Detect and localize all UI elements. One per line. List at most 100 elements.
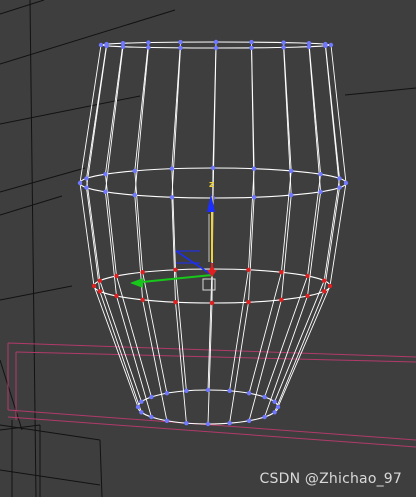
grid-line xyxy=(0,95,141,125)
vertex[interactable] xyxy=(249,45,254,51)
pivot-box-icon[interactable] xyxy=(202,278,216,291)
vertex[interactable] xyxy=(205,421,211,427)
vertex[interactable] xyxy=(318,189,323,194)
selected-vertex[interactable] xyxy=(97,289,103,294)
selected-vertex[interactable] xyxy=(305,273,310,279)
selected-vertex[interactable] xyxy=(327,283,333,289)
vertex[interactable] xyxy=(262,394,267,400)
grid-line xyxy=(0,167,86,193)
grid-line xyxy=(0,0,45,15)
selected-vertex[interactable] xyxy=(114,293,119,299)
vertex[interactable] xyxy=(132,168,137,174)
vertex[interactable] xyxy=(251,195,257,200)
vertex[interactable] xyxy=(343,180,349,186)
z-axis-label: z xyxy=(209,180,214,190)
vertex[interactable] xyxy=(306,44,312,49)
vertex[interactable] xyxy=(227,421,232,426)
selected-vertex[interactable] xyxy=(305,293,310,299)
vertex[interactable] xyxy=(246,391,252,396)
vertex[interactable] xyxy=(178,39,183,45)
grid-line xyxy=(0,9,176,65)
selected-vertex[interactable] xyxy=(322,278,327,283)
selected-vertex[interactable] xyxy=(114,273,119,279)
vertex[interactable] xyxy=(272,410,277,415)
selected-vertex[interactable] xyxy=(279,270,284,275)
vertex[interactable] xyxy=(262,414,267,420)
selected-vertex[interactable] xyxy=(140,297,145,302)
selected-vertex[interactable] xyxy=(209,300,215,306)
vertex[interactable] xyxy=(178,45,183,51)
vertical-edge xyxy=(274,44,340,402)
vertex[interactable] xyxy=(164,391,170,396)
vertex[interactable] xyxy=(104,41,109,47)
vertical-edge xyxy=(264,46,322,418)
vertex[interactable] xyxy=(323,43,328,49)
vertex[interactable] xyxy=(103,172,108,177)
selected-vertex[interactable] xyxy=(91,283,97,289)
vertex[interactable] xyxy=(164,418,170,423)
selected-vertex[interactable] xyxy=(173,267,178,272)
vertical-edge xyxy=(229,42,255,391)
vertex[interactable] xyxy=(251,166,257,171)
watermark: CSDN @Zhichao_97 xyxy=(259,471,402,487)
box-edge xyxy=(7,416,416,448)
vertex[interactable] xyxy=(84,176,89,181)
x-axis-arrow-icon[interactable] xyxy=(130,278,143,288)
vertex[interactable] xyxy=(337,176,342,181)
vertex[interactable] xyxy=(77,180,83,186)
grid-line xyxy=(0,359,23,431)
vertex[interactable] xyxy=(135,404,141,410)
bounding-box-outline xyxy=(7,342,416,448)
grid-line xyxy=(29,0,37,497)
selected-vertex[interactable] xyxy=(322,289,327,294)
vertex[interactable] xyxy=(132,192,137,198)
vertex[interactable] xyxy=(98,42,104,48)
vertex[interactable] xyxy=(289,192,294,198)
vertex[interactable] xyxy=(149,394,154,400)
selected-vertex[interactable] xyxy=(97,278,103,283)
grid-line xyxy=(99,439,103,497)
vertex[interactable] xyxy=(246,418,252,423)
vertex[interactable] xyxy=(84,185,89,190)
vertex[interactable] xyxy=(169,195,175,200)
vertex[interactable] xyxy=(120,41,126,46)
vertex[interactable] xyxy=(318,172,323,177)
vertex[interactable] xyxy=(249,39,254,45)
vertex[interactable] xyxy=(205,387,211,393)
vertex[interactable] xyxy=(146,45,151,50)
3d-viewport[interactable]: z CSDN @Zhichao_97 xyxy=(0,0,416,497)
vertex[interactable] xyxy=(213,39,219,45)
vertical-edge xyxy=(264,43,322,398)
vertex[interactable] xyxy=(139,399,144,404)
vertex[interactable] xyxy=(213,45,219,51)
vertex[interactable] xyxy=(146,40,151,45)
vertex[interactable] xyxy=(227,388,232,393)
vertex[interactable] xyxy=(281,40,286,45)
vertex[interactable] xyxy=(103,189,108,194)
vertex[interactable] xyxy=(275,404,281,410)
viewport-canvas[interactable]: z xyxy=(0,0,416,497)
grid-line xyxy=(344,87,416,96)
vertex[interactable] xyxy=(281,45,286,50)
vertex[interactable] xyxy=(337,185,342,190)
vertex[interactable] xyxy=(184,421,189,426)
grid-line xyxy=(0,285,73,301)
vertex[interactable] xyxy=(328,42,334,48)
selected-vertex[interactable] xyxy=(246,267,251,272)
vertex[interactable] xyxy=(169,166,175,171)
vertical-edge xyxy=(104,46,152,418)
vertex[interactable] xyxy=(184,388,189,393)
vertex[interactable] xyxy=(289,168,294,174)
vertical-edge xyxy=(104,43,152,398)
vertex[interactable] xyxy=(139,410,144,415)
grid-line xyxy=(0,424,101,441)
vertex[interactable] xyxy=(149,414,154,420)
vertex[interactable] xyxy=(210,165,216,171)
selected-vertex[interactable] xyxy=(173,300,178,305)
grid-line xyxy=(0,195,63,216)
selected-vertex[interactable] xyxy=(246,300,251,305)
selected-vertex[interactable] xyxy=(279,297,284,302)
vertex[interactable] xyxy=(272,399,277,404)
box-edge xyxy=(15,351,416,363)
selected-vertex[interactable] xyxy=(140,270,145,275)
